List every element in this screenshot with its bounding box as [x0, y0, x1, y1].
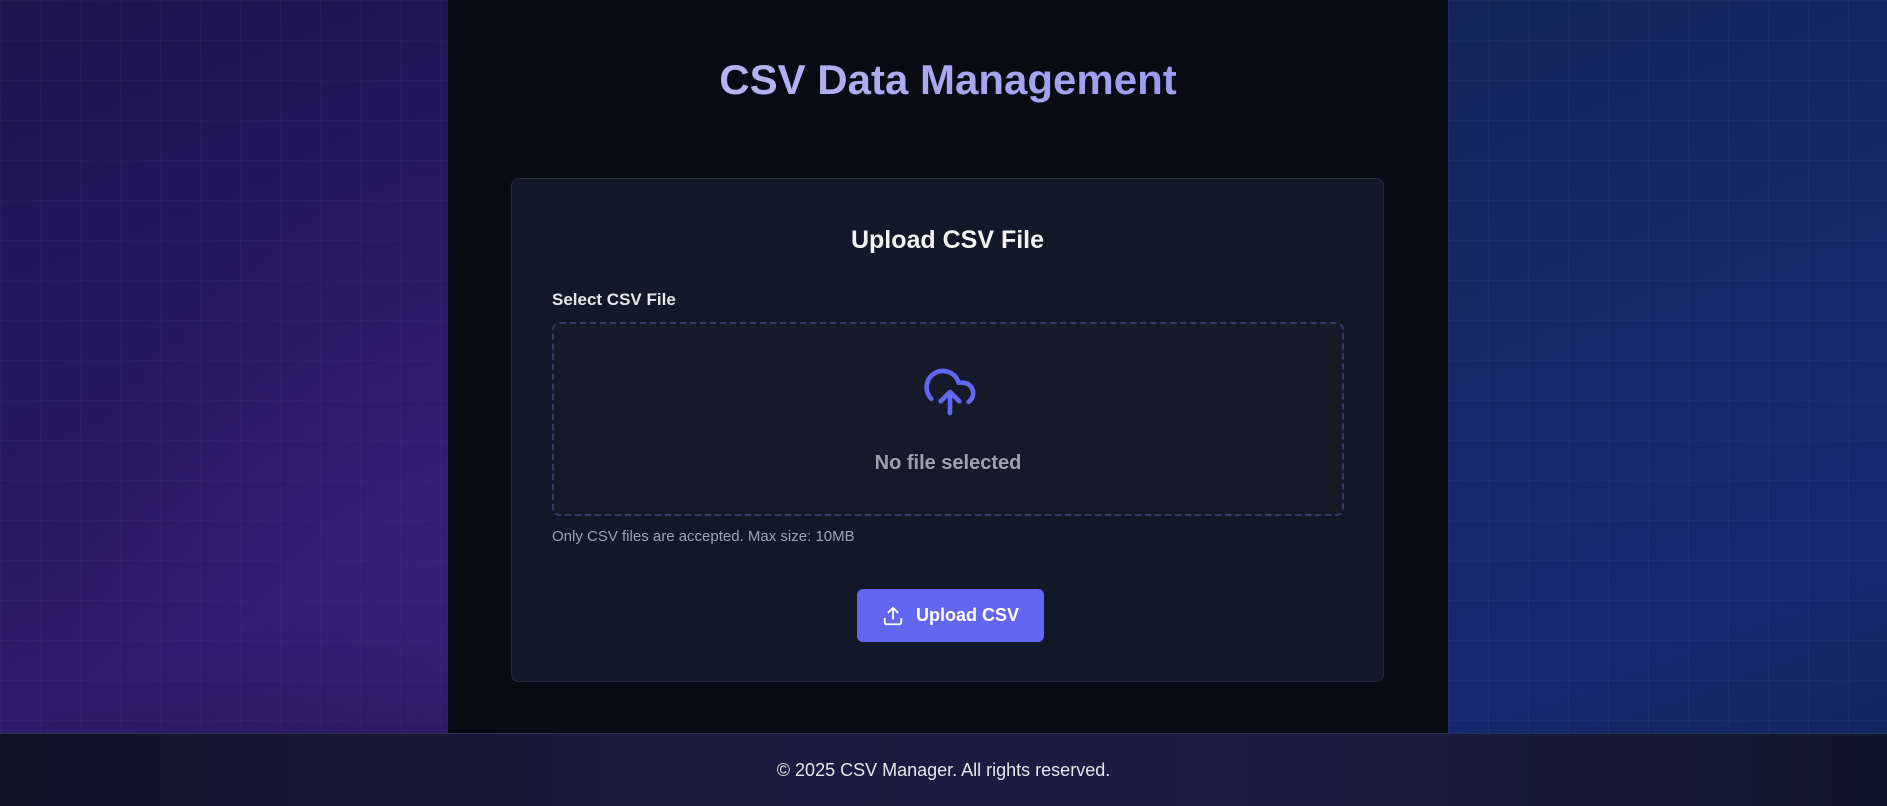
page-title: CSV Data Management: [448, 52, 1448, 108]
upload-icon: [883, 606, 903, 625]
file-field-label: Select CSV File: [552, 290, 676, 309]
upload-csv-button[interactable]: Upload CSV: [857, 589, 1044, 642]
right-background-panel: [1448, 0, 1887, 733]
cloud-upload-icon: [924, 368, 976, 416]
file-dropzone[interactable]: No file selected: [552, 322, 1344, 516]
main-content: CSV Data Management Upload CSV File Sele…: [448, 0, 1448, 733]
page-footer: © 2025 CSV Manager. All rights reserved.: [0, 733, 1887, 806]
upload-card-title: Upload CSV File: [850, 226, 1045, 254]
footer-copyright: © 2025 CSV Manager. All rights reserved.: [776, 760, 1111, 780]
dropzone-status-text: No file selected: [874, 452, 1022, 474]
upload-button-label: Upload CSV: [915, 605, 1019, 625]
right-grid-pattern: [1448, 0, 1887, 733]
left-grid-pattern: [0, 0, 448, 733]
upload-card: Upload CSV File Select CSV File No file …: [511, 178, 1384, 682]
file-help-text: Only CSV files are accepted. Max size: 1…: [552, 528, 855, 545]
left-background-panel: [0, 0, 448, 733]
